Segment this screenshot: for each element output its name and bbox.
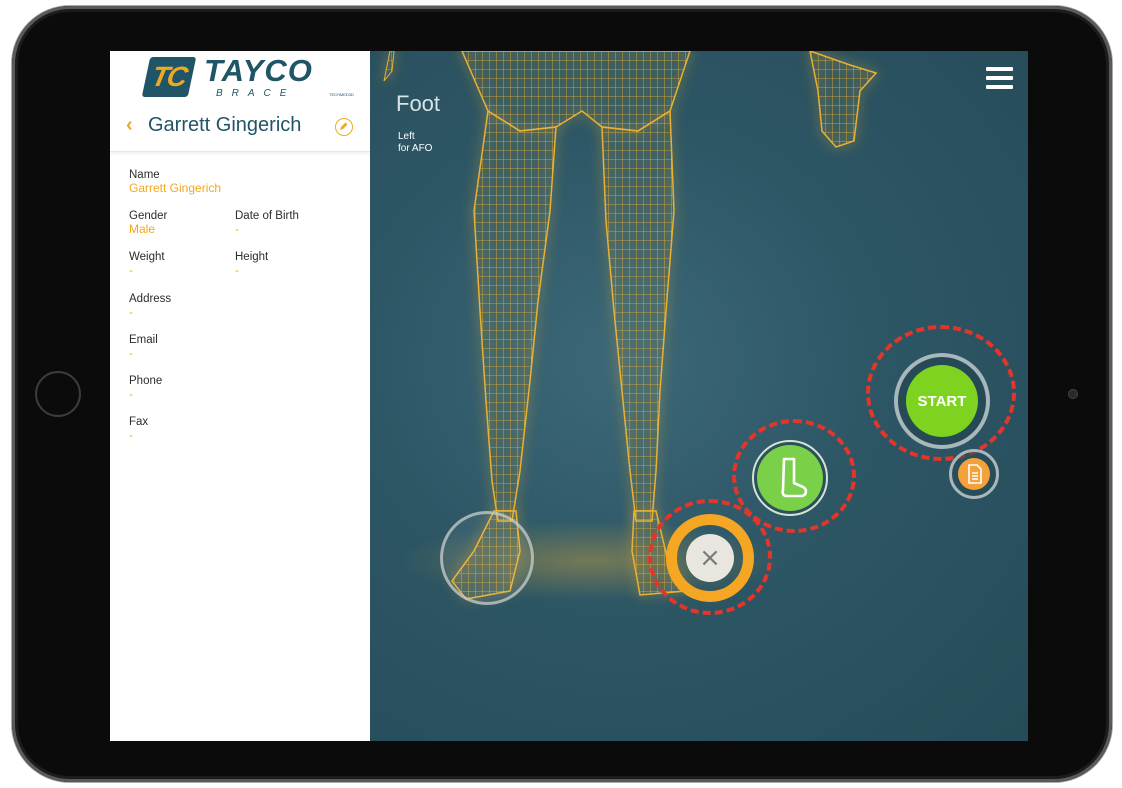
- foot-scan-button[interactable]: [752, 440, 828, 516]
- height-label: Height: [235, 251, 269, 263]
- patient-title: Garrett Gingerich: [148, 114, 302, 136]
- email-field: Email -: [129, 334, 158, 360]
- patient-header: ‹ Garrett Gingerich: [110, 103, 370, 152]
- phone-value: -: [129, 387, 133, 401]
- phone-label: Phone: [129, 375, 163, 387]
- address-field: Address -: [129, 293, 171, 319]
- home-button[interactable]: [35, 371, 81, 417]
- name-field: Name Garrett Gingerich: [129, 169, 221, 195]
- logo-subtitle: BRACE: [216, 88, 296, 99]
- close-icon[interactable]: ×: [686, 534, 734, 582]
- document-button[interactable]: [949, 449, 999, 499]
- fax-value: -: [129, 428, 133, 442]
- scan-view: Foot Left for AFO START ×: [370, 51, 1028, 741]
- address-value: -: [129, 305, 133, 319]
- weight-value: -: [129, 263, 133, 277]
- chevron-left-icon[interactable]: ‹: [126, 114, 133, 137]
- hamburger-menu-icon[interactable]: [986, 67, 1013, 89]
- foot-sock-icon: [757, 445, 823, 511]
- gender-field: Gender Male: [129, 210, 167, 236]
- email-label: Email: [129, 334, 158, 346]
- gender-value: Male: [129, 222, 156, 236]
- dob-label: Date of Birth: [235, 210, 299, 222]
- name-value: Garrett Gingerich: [129, 181, 222, 195]
- logo-mark: TC: [141, 57, 197, 97]
- fax-field: Fax -: [129, 416, 148, 442]
- scan-side: Left: [398, 131, 415, 142]
- patient-sidebar: TC TAYCO BRACE TECHMED3D ‹ Garrett Ginge…: [110, 51, 370, 741]
- techmed-tag: TECHMED3D: [329, 92, 354, 97]
- dob-field: Date of Birth -: [235, 210, 299, 236]
- scan-region-title: Foot: [396, 91, 441, 116]
- screen: TC TAYCO BRACE TECHMED3D ‹ Garrett Ginge…: [110, 51, 1028, 741]
- document-icon: [958, 458, 990, 490]
- pencil-icon: [340, 122, 348, 130]
- weight-label: Weight: [129, 251, 165, 263]
- height-value: -: [235, 263, 239, 277]
- dob-value: -: [235, 222, 239, 236]
- scan-purpose: for AFO: [398, 143, 433, 154]
- front-camera: [1069, 390, 1077, 398]
- height-field: Height -: [235, 251, 268, 277]
- edit-patient-button[interactable]: [335, 118, 353, 136]
- logo-wordmark: TAYCO: [204, 53, 313, 88]
- weight-field: Weight -: [129, 251, 165, 277]
- email-value: -: [129, 346, 133, 360]
- left-foot-selector[interactable]: [440, 511, 534, 605]
- start-button[interactable]: START: [906, 365, 978, 437]
- tayco-logo: TC TAYCO BRACE: [141, 53, 312, 99]
- address-label: Address: [129, 293, 172, 305]
- phone-field: Phone -: [129, 375, 162, 401]
